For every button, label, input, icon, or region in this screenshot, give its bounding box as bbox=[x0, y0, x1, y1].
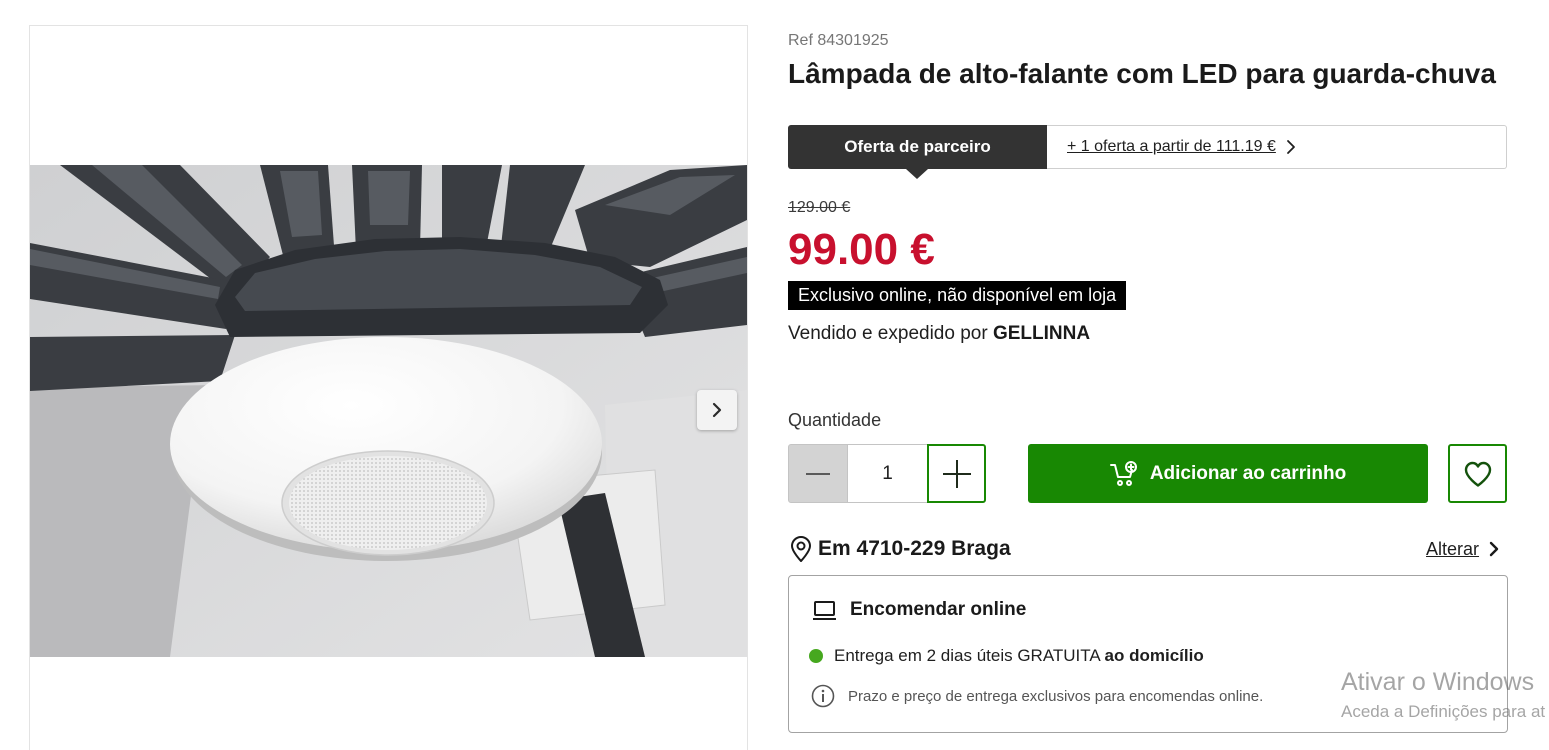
info-icon bbox=[811, 684, 835, 708]
other-offers-label: + 1 oferta a partir de 111.19 € bbox=[1067, 138, 1276, 155]
status-dot bbox=[809, 649, 823, 663]
product-gallery bbox=[29, 25, 748, 750]
seller-name: GELLINNA bbox=[992, 323, 1091, 344]
minus-icon bbox=[806, 472, 830, 475]
speaker-grille bbox=[289, 456, 487, 550]
tab-partner-offer-label: Oferta de parceiro bbox=[844, 137, 991, 156]
add-to-wishlist-button[interactable] bbox=[1448, 444, 1507, 503]
add-to-cart-label: Adicionar ao carrinho bbox=[1149, 462, 1347, 484]
cart-add-icon bbox=[1109, 460, 1137, 486]
watermark-subtitle: Aceda a Definições para at bbox=[1341, 702, 1546, 721]
current-price: 99.00 € bbox=[788, 225, 935, 274]
quantity-stepper bbox=[788, 444, 986, 503]
watermark-title: Ativar o Windows bbox=[1341, 668, 1535, 696]
chevron-right-icon bbox=[1489, 541, 1499, 557]
windows-activation-watermark: Ativar o Windows Aceda a Definições para… bbox=[1341, 668, 1549, 723]
delivery-text: Entrega em 2 dias úteis GRATUITA ao domi… bbox=[834, 646, 1204, 666]
decrease-quantity-button[interactable] bbox=[788, 444, 848, 503]
chevron-right-icon bbox=[712, 402, 722, 418]
delivery-time-text: Entrega em 2 dias úteis GRATUITA bbox=[834, 646, 1100, 665]
online-exclusive-badge: Exclusivo online, não disponível em loja bbox=[788, 281, 1127, 310]
quantity-label: Quantidade bbox=[788, 410, 882, 430]
product-photo[interactable] bbox=[30, 165, 747, 657]
online-order-heading: Encomendar online bbox=[812, 598, 1026, 622]
delivery-note: Prazo e preço de entrega exclusivos para… bbox=[811, 684, 1263, 708]
change-location-label: Alterar bbox=[1426, 538, 1480, 559]
seller-prefix: Vendido e expedido por bbox=[788, 323, 988, 344]
location-pin-icon bbox=[790, 536, 812, 562]
heart-icon bbox=[1464, 461, 1491, 487]
plus-icon bbox=[942, 459, 971, 488]
increase-quantity-button[interactable] bbox=[927, 444, 986, 503]
seller-info: Vendido e expedido por GELLINNA bbox=[788, 322, 1090, 346]
delivery-location: Em 4710-229 Braga bbox=[790, 536, 1011, 562]
active-tab-pointer bbox=[906, 169, 928, 179]
product-title: Lâmpada de alto-falante com LED para gua… bbox=[788, 58, 1496, 89]
online-order-label: Encomendar online bbox=[850, 599, 1027, 620]
tab-partner-offer[interactable]: Oferta de parceiro bbox=[788, 125, 1047, 179]
offer-tabs: Oferta de parceiro + 1 oferta a partir d… bbox=[788, 125, 1507, 179]
chevron-right-icon bbox=[1286, 140, 1295, 154]
home-delivery-info: Entrega em 2 dias úteis GRATUITA ao domi… bbox=[809, 645, 1204, 667]
delivery-note-text: Prazo e preço de entrega exclusivos para… bbox=[848, 687, 1264, 705]
quantity-input[interactable] bbox=[848, 444, 927, 503]
add-to-cart-button[interactable]: Adicionar ao carrinho bbox=[1028, 444, 1428, 503]
product-ref: Ref 84301925 bbox=[788, 32, 889, 49]
change-location-link[interactable]: Alterar bbox=[1426, 538, 1499, 560]
location-text: Em 4710-229 Braga bbox=[818, 537, 1011, 560]
delivery-method-text: ao domicílio bbox=[1104, 646, 1204, 665]
laptop-icon bbox=[813, 600, 836, 620]
other-offers-link[interactable]: + 1 oferta a partir de 111.19 € bbox=[1047, 125, 1507, 169]
next-image-button[interactable] bbox=[697, 390, 737, 430]
old-price: 129.00 € bbox=[788, 199, 851, 216]
